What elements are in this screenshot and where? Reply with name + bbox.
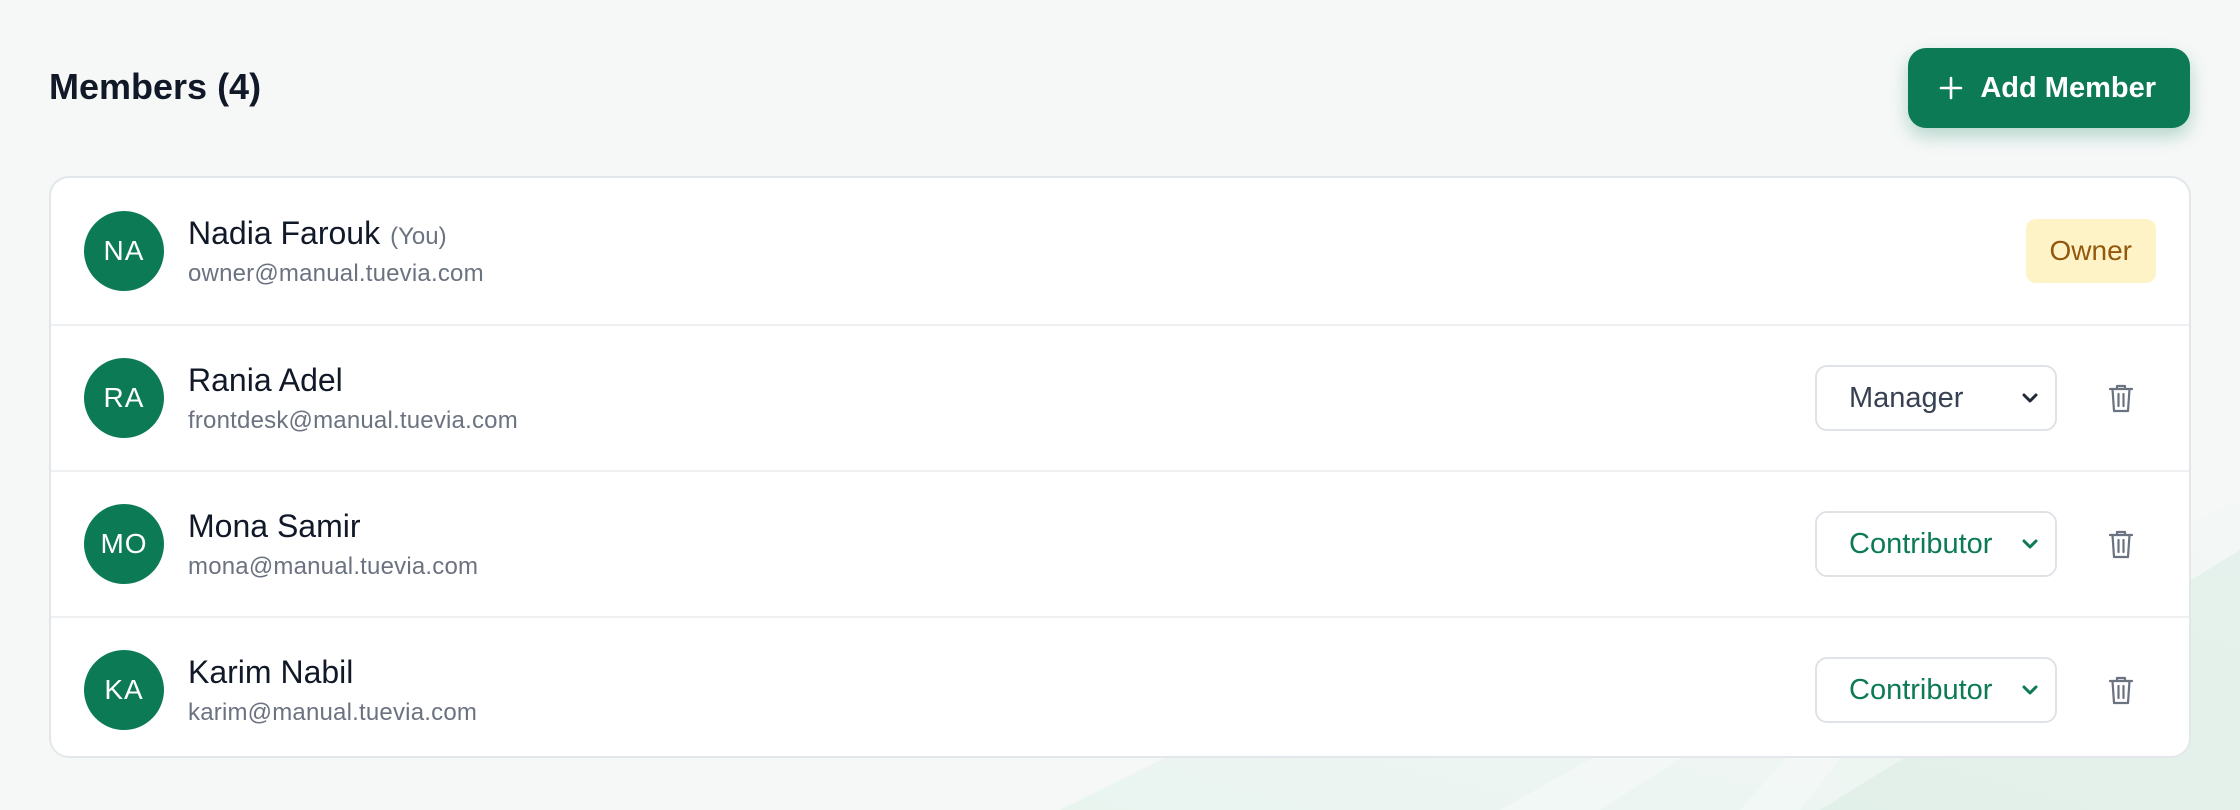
role-value: Contributor — [1849, 527, 1993, 560]
plus-icon — [1940, 76, 1963, 100]
add-member-label: Add Member — [1980, 71, 2156, 104]
trash-icon — [2108, 384, 2134, 413]
members-list: NA Nadia Farouk (You) owner@manual.tuevi… — [49, 176, 2191, 758]
trash-icon — [2108, 530, 2134, 559]
page-title: Members (4) — [49, 66, 262, 107]
avatar: RA — [84, 358, 164, 438]
delete-member-button[interactable] — [2101, 670, 2141, 710]
member-email: owner@manual.tuevia.com — [188, 259, 484, 287]
role-select[interactable]: Contributor — [1815, 511, 2057, 577]
avatar: MO — [84, 504, 164, 584]
member-row: RA Rania Adel frontdesk@manual.tuevia.co… — [51, 324, 2189, 470]
member-email: karim@manual.tuevia.com — [188, 698, 478, 726]
member-name: Nadia Farouk — [188, 214, 381, 251]
member-name: Rania Adel — [188, 361, 343, 398]
role-select[interactable]: Contributor — [1815, 657, 2057, 723]
role-value: Manager — [1849, 381, 1964, 414]
role-select[interactable]: Manager — [1815, 365, 2057, 431]
avatar: KA — [84, 650, 164, 730]
delete-member-button[interactable] — [2101, 524, 2141, 564]
member-name: Mona Samir — [188, 507, 361, 544]
chevron-down-icon — [2022, 539, 2038, 549]
you-label: (You) — [390, 222, 447, 250]
owner-badge: Owner — [2025, 219, 2156, 283]
role-value: Contributor — [1849, 673, 1993, 706]
delete-member-button[interactable] — [2101, 378, 2141, 418]
trash-icon — [2108, 676, 2134, 705]
chevron-down-icon — [2022, 685, 2038, 695]
member-email: frontdesk@manual.tuevia.com — [188, 406, 518, 434]
member-email: mona@manual.tuevia.com — [188, 552, 479, 580]
chevron-down-icon — [2022, 393, 2038, 403]
member-name: Karim Nabil — [188, 653, 354, 690]
add-member-button[interactable]: Add Member — [1908, 48, 2190, 128]
member-row: KA Karim Nabil karim@manual.tuevia.com C… — [51, 616, 2189, 756]
avatar: NA — [84, 211, 164, 291]
members-header: Members (4) Add Member — [49, 0, 2191, 176]
member-row: NA Nadia Farouk (You) owner@manual.tuevi… — [51, 178, 2189, 324]
member-row: MO Mona Samir mona@manual.tuevia.com Con… — [51, 470, 2189, 616]
